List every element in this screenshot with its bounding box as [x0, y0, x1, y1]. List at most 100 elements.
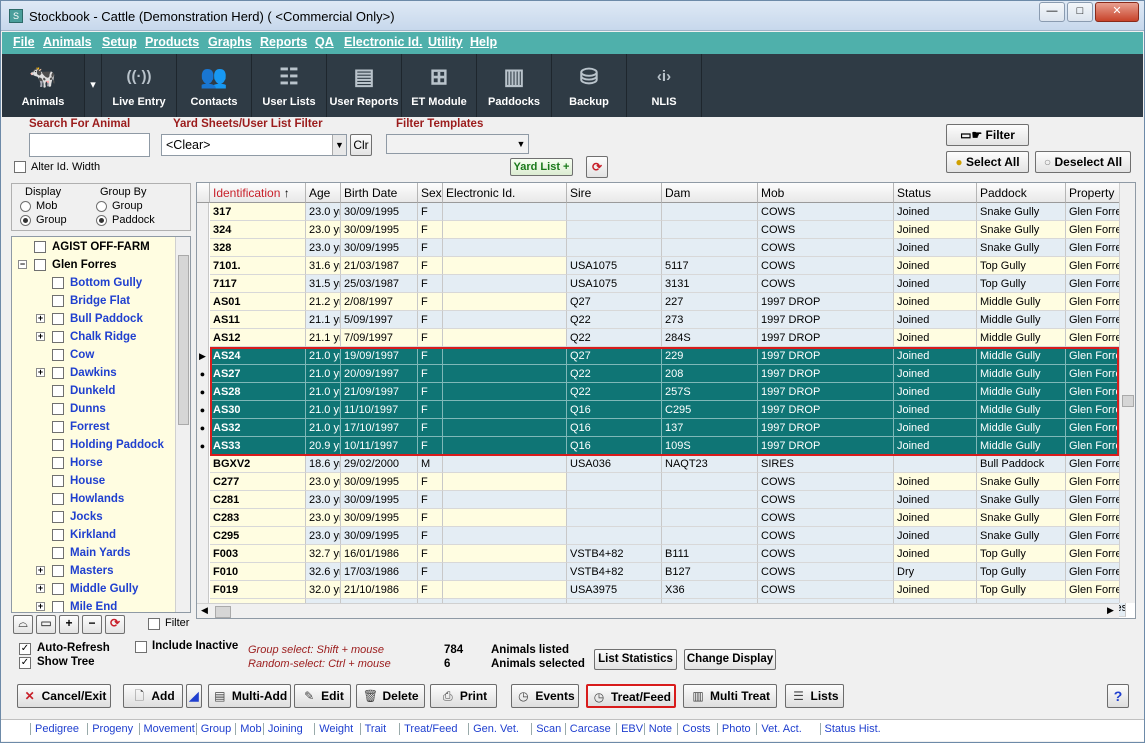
edit-button[interactable]: ✎ Edit	[294, 684, 351, 708]
grid-vscroll-thumb[interactable]	[1122, 395, 1134, 407]
column-header-mob[interactable]: Mob	[758, 183, 894, 203]
tree-item-checkbox[interactable]	[52, 367, 64, 379]
menu-setup[interactable]: Setup	[102, 35, 137, 49]
table-row[interactable]: C281 23.0 yr 30/09/1995 F COWS Joined Snake Gu…	[197, 491, 1135, 509]
column-header-dam[interactable]: Dam	[662, 183, 758, 203]
yard-list-button[interactable]: Yard List +	[510, 158, 573, 176]
tree-item[interactable]: House	[12, 473, 172, 491]
dropdown-arrow-icon[interactable]: ▼	[332, 135, 346, 155]
tree-item[interactable]: Cow	[12, 347, 172, 365]
link-vet--act-[interactable]: Vet. Act.	[756, 723, 802, 735]
link-status-hist-[interactable]: Status Hist.	[819, 723, 881, 735]
menu-help[interactable]: Help	[470, 35, 497, 49]
deselect-all-button[interactable]: ○ Deselect All	[1035, 151, 1131, 173]
collapse-all-icon[interactable]: −	[82, 615, 102, 634]
list-statistics-button[interactable]: List Statistics	[594, 649, 677, 670]
tree-item-checkbox[interactable]	[52, 349, 64, 361]
link-ebv[interactable]: EBV	[616, 723, 643, 735]
toolbar-animals[interactable]: 🐄 Animals	[2, 54, 85, 117]
link-treat-feed[interactable]: Treat/Feed	[399, 723, 458, 735]
tree-item-checkbox[interactable]	[52, 313, 64, 325]
tree-item-checkbox[interactable]	[52, 601, 64, 612]
change-display-button[interactable]: Change Display	[684, 649, 776, 670]
tree-item-checkbox[interactable]	[52, 403, 64, 415]
toolbar-backup[interactable]: ⛁ Backup	[552, 54, 627, 117]
table-row[interactable]: BGXV2 18.6 yr 29/02/2000 M USA036 NAQT23 SIRES…	[197, 455, 1135, 473]
link-carcase[interactable]: Carcase	[564, 723, 611, 735]
link-costs[interactable]: Costs	[677, 723, 711, 735]
select-all-button[interactable]: ● Select All	[946, 151, 1029, 173]
table-row[interactable]: ● AS30 21.0 yr 11/10/1997 F Q16 C295 1997 DROP J…	[197, 401, 1135, 419]
tree-item-checkbox[interactable]	[52, 331, 64, 343]
refresh-tree-icon[interactable]: ⟳	[105, 615, 125, 634]
auto-refresh-checkbox[interactable]: ✓	[19, 643, 31, 655]
delete-button[interactable]: 🗑 Delete	[356, 684, 425, 708]
column-header-property[interactable]: Property	[1066, 183, 1126, 203]
tree-item-checkbox[interactable]	[34, 241, 46, 253]
add-button[interactable]: 🗋 Add	[123, 684, 183, 708]
tree-item[interactable]: Forrest	[12, 419, 172, 437]
column-header-electronic-id-[interactable]: Electronic Id.	[443, 183, 567, 203]
open-folder-icon[interactable]: ⌓	[13, 615, 33, 634]
tree-item-checkbox[interactable]	[52, 511, 64, 523]
tree-item-checkbox[interactable]	[52, 493, 64, 505]
table-row[interactable]: ● AS28 21.0 yr 21/09/1997 F Q22 257S 1997 DROP J…	[197, 383, 1135, 401]
toolbar-paddocks[interactable]: ▥ Paddocks	[477, 54, 552, 117]
expand-icon[interactable]: +	[36, 602, 45, 611]
table-row[interactable]: C295 23.0 yr 30/09/1995 F COWS Joined Snake Gu…	[197, 527, 1135, 545]
folder-icon[interactable]: ▭	[36, 615, 56, 634]
tree-item-checkbox[interactable]	[34, 259, 46, 271]
yard-filter-select[interactable]: <Clear> ▼	[161, 134, 347, 156]
table-row[interactable]: ● AS32 21.0 yr 17/10/1997 F Q16 137 1997 DROP Jo…	[197, 419, 1135, 437]
link-weight[interactable]: Weight	[314, 723, 353, 735]
grid-hscroll-thumb[interactable]	[215, 606, 231, 618]
tree-item-checkbox[interactable]	[52, 565, 64, 577]
scroll-right-icon[interactable]: ▶	[1107, 605, 1114, 616]
table-row[interactable]: C283 23.0 yr 30/09/1995 F COWS Joined Snake Gu…	[197, 509, 1135, 527]
link-trait[interactable]: Trait	[359, 723, 386, 735]
tree-item[interactable]: Dunns	[12, 401, 172, 419]
column-header-age[interactable]: Age	[306, 183, 341, 203]
menu-animals[interactable]: Animals	[43, 35, 92, 49]
display-group-radio[interactable]	[20, 215, 31, 226]
table-row[interactable]: ● AS27 21.0 yr 20/09/1997 F Q22 208 1997 DROP Jo…	[197, 365, 1135, 383]
minimize-button[interactable]: —	[1039, 2, 1065, 22]
tree-item[interactable]: Horse	[12, 455, 172, 473]
animal-grid[interactable]: Identification ↑ Age Birth Date Sex Electron…	[196, 182, 1136, 619]
link-movement[interactable]: Movement	[138, 723, 195, 735]
table-row[interactable]: AS01 21.2 yr 2/08/1997 F Q27 227 1997 DROP Join…	[197, 293, 1135, 311]
toolbar-user-lists[interactable]: ☷ User Lists	[252, 54, 327, 117]
link-gen--vet-[interactable]: Gen. Vet.	[468, 723, 519, 735]
filter-templates-select[interactable]: ▼	[386, 134, 529, 154]
tree-scrollbar[interactable]	[175, 237, 190, 612]
tree-item[interactable]: Bottom Gully	[12, 275, 172, 293]
tree-item-checkbox[interactable]	[52, 295, 64, 307]
tree-item-checkbox[interactable]	[52, 277, 64, 289]
expand-icon[interactable]: +	[36, 368, 45, 377]
expand-icon[interactable]: +	[36, 566, 45, 575]
toolbar-user-reports[interactable]: ▤ User Reports	[327, 54, 402, 117]
add-options-icon[interactable]: ◢	[186, 684, 202, 708]
multi-add-button[interactable]: ▤ Multi-Add	[208, 684, 291, 708]
tree-item-checkbox[interactable]	[52, 457, 64, 469]
grid-vscrollbar[interactable]	[1119, 183, 1135, 603]
toolbar-live-entry[interactable]: ((·)) Live Entry	[102, 54, 177, 117]
toolbar-et-module[interactable]: ⊞ ET Module	[402, 54, 477, 117]
link-note[interactable]: Note	[643, 723, 672, 735]
table-row[interactable]: C277 23.0 yr 30/09/1995 F COWS Joined Snake Gu…	[197, 473, 1135, 491]
tree-item[interactable]: Kirkland	[12, 527, 172, 545]
tree-item-checkbox[interactable]	[52, 583, 64, 595]
scroll-left-icon[interactable]: ◀	[201, 605, 208, 616]
table-row[interactable]: F019 32.0 yr 21/10/1986 F USA3975 X36 COWS Join…	[197, 581, 1135, 599]
tree-item[interactable]: Howlands	[12, 491, 172, 509]
expand-all-icon[interactable]: +	[59, 615, 79, 634]
groupby-group-radio[interactable]	[96, 201, 107, 212]
table-row[interactable]: AS12 21.1 yr 7/09/1997 F Q22 284S 1997 DROP Joi…	[197, 329, 1135, 347]
table-row[interactable]: 7117 31.5 yr 25/03/1987 F USA1075 3131 COWS Joi…	[197, 275, 1135, 293]
table-row[interactable]: 7101. 31.6 yr 21/03/1987 F USA1075 5117 COWS Jo…	[197, 257, 1135, 275]
menu-graphs[interactable]: Graphs	[208, 35, 252, 49]
events-button[interactable]: ◷ Events	[511, 684, 579, 708]
tree-item[interactable]: + Masters	[12, 563, 172, 581]
toolbar-contacts[interactable]: 👥 Contacts	[177, 54, 252, 117]
maximize-button[interactable]: □	[1067, 2, 1093, 22]
